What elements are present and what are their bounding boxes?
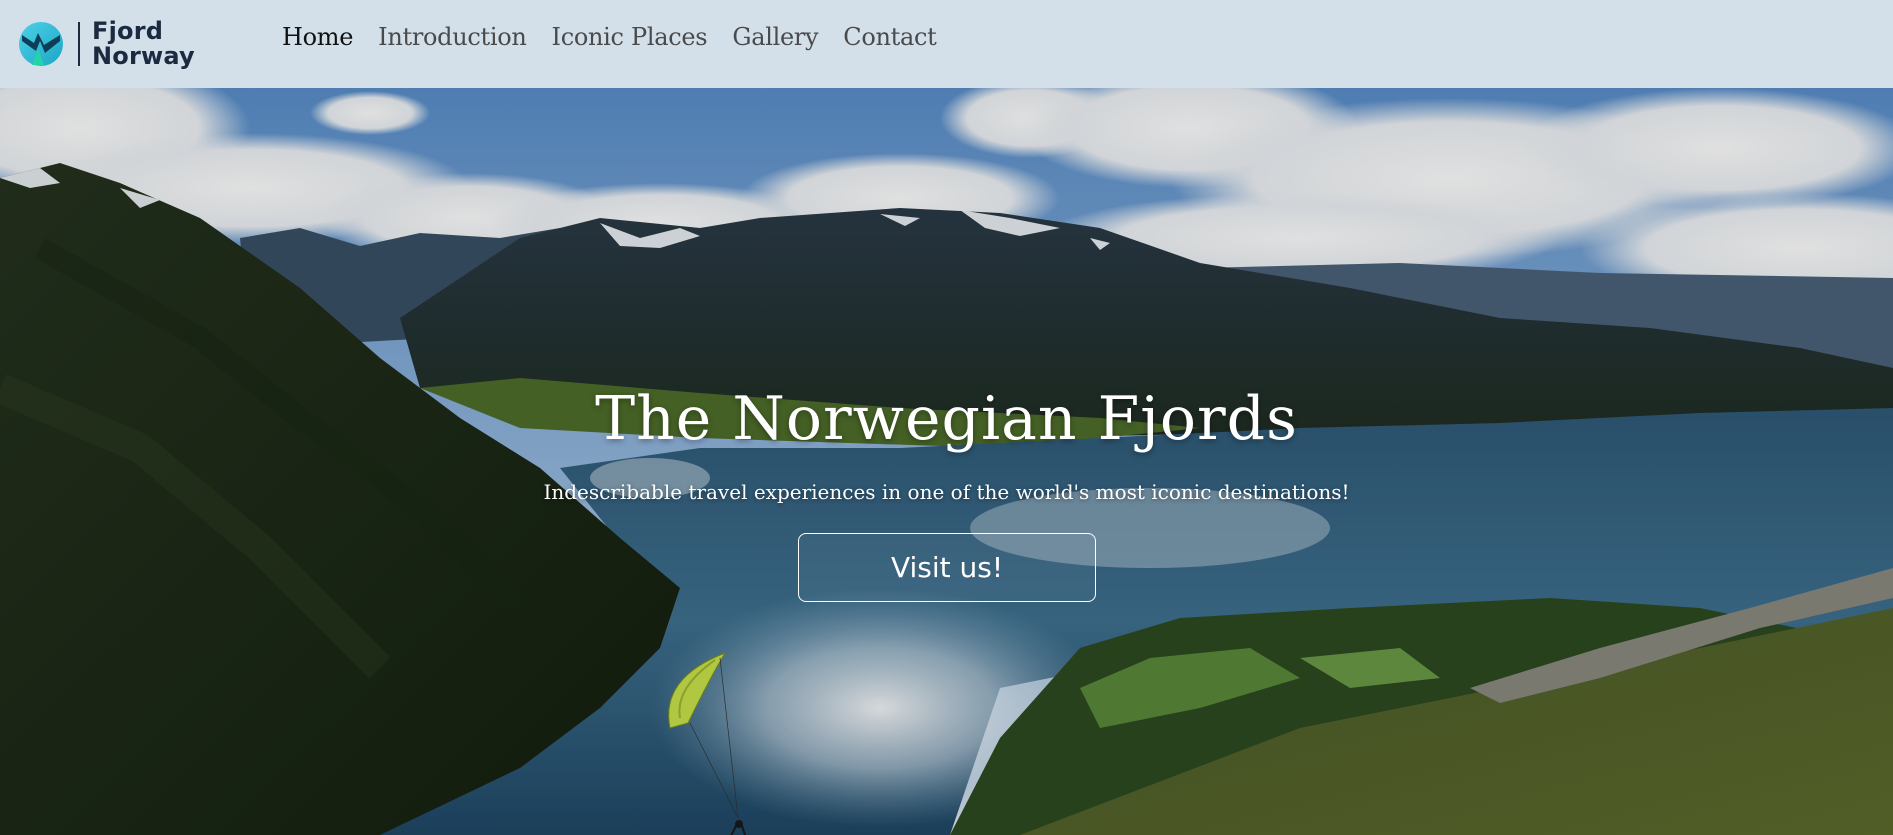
navbar: Fjord Norway Home Introduction Iconic Pl…	[0, 0, 1893, 88]
fjord-logo-icon	[19, 22, 63, 66]
brand-line1: Fjord	[92, 17, 164, 45]
hero-content: The Norwegian Fjords Indescribable trave…	[0, 88, 1893, 835]
nav-introduction[interactable]: Introduction	[378, 23, 527, 51]
main-nav: Home Introduction Iconic Places Gallery …	[282, 0, 962, 74]
brand-line2: Norway	[92, 42, 195, 70]
hero-title: The Norwegian Fjords	[595, 384, 1298, 454]
brand-name: Fjord Norway	[92, 19, 195, 69]
visit-us-button[interactable]: Visit us!	[798, 533, 1096, 602]
nav-gallery[interactable]: Gallery	[732, 23, 818, 51]
nav-home[interactable]: Home	[282, 23, 353, 51]
hero-section: The Norwegian Fjords Indescribable trave…	[0, 88, 1893, 835]
hero-subtitle: Indescribable travel experiences in one …	[543, 480, 1350, 504]
logo-divider	[78, 22, 80, 66]
nav-contact[interactable]: Contact	[843, 23, 937, 51]
brand-logo[interactable]: Fjord Norway	[18, 19, 195, 69]
nav-iconic-places[interactable]: Iconic Places	[552, 23, 708, 51]
